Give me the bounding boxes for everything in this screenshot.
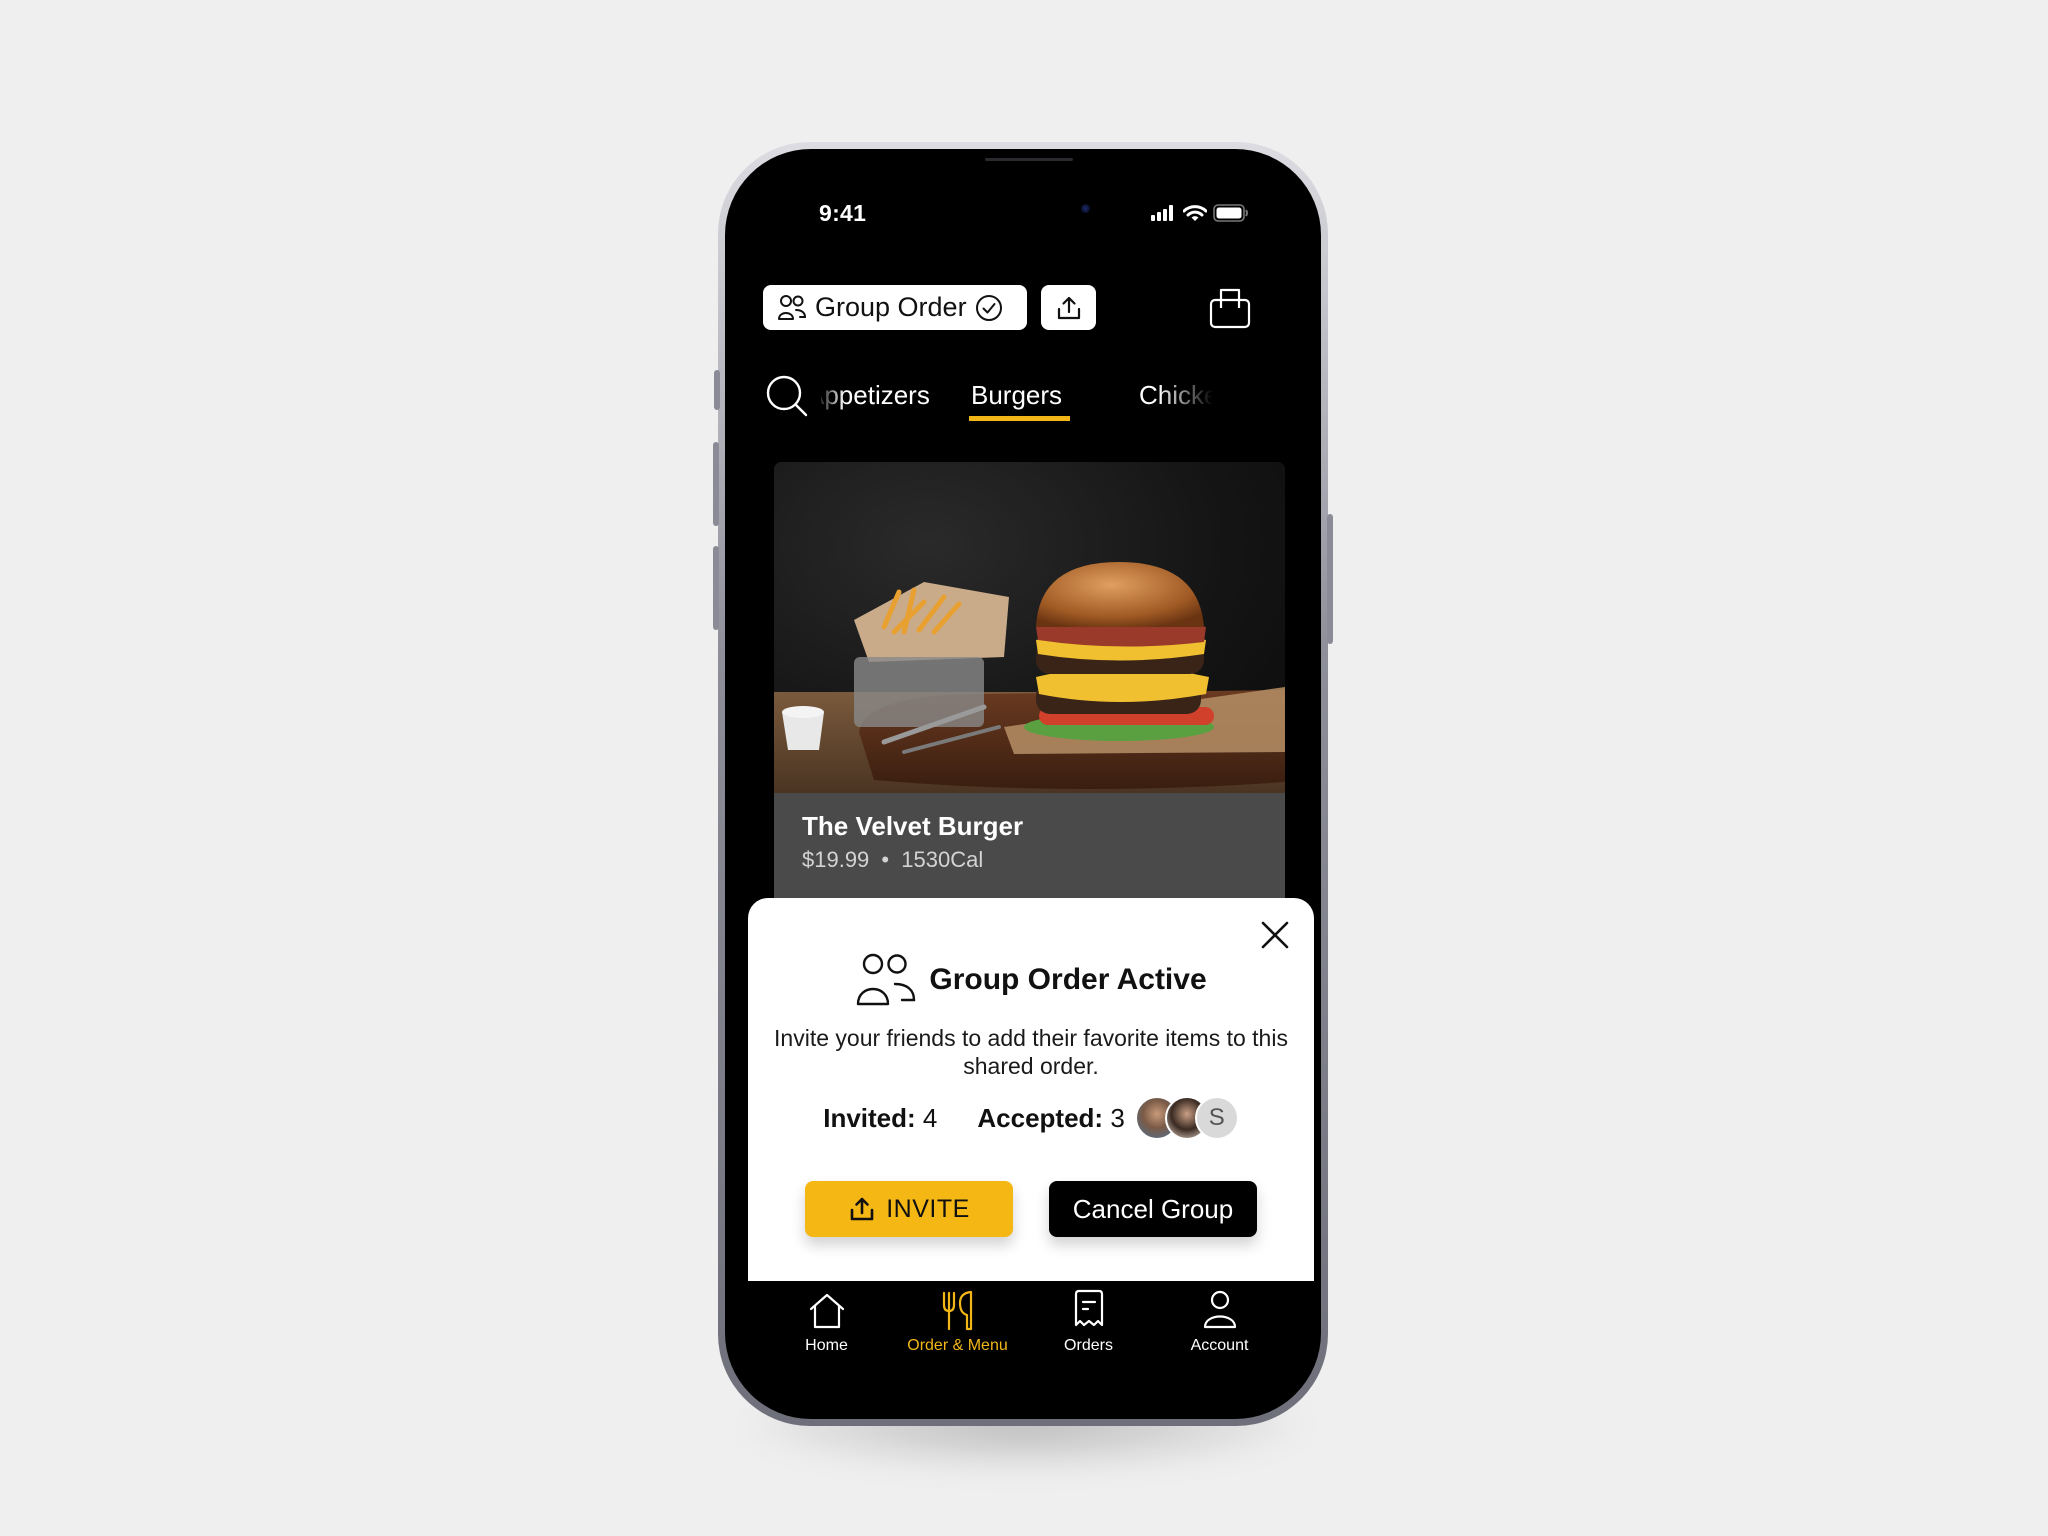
active-tab-indicator	[969, 416, 1070, 421]
status-time: 9:41	[819, 200, 867, 226]
invite-label: INVITE	[886, 1194, 970, 1223]
people-icon	[778, 294, 807, 320]
group-order-sheet: Group Order Active Invite your friends t…	[748, 898, 1314, 1281]
group-stats: Invited: 4 Accepted: 3 S	[748, 1096, 1314, 1140]
cellular-signal-icon	[1151, 205, 1173, 221]
person-icon	[1203, 1290, 1236, 1329]
power-button	[1327, 514, 1333, 644]
accepted-stat: Accepted: 3	[977, 1103, 1124, 1134]
fork-knife-icon	[942, 1290, 972, 1331]
burger-and-fries-photo	[774, 462, 1285, 793]
nav-label: Account	[1190, 1337, 1249, 1354]
receipt-icon	[1074, 1289, 1103, 1327]
nav-label: Order & Menu	[907, 1337, 1008, 1354]
volume-down-button	[713, 546, 719, 630]
nav-label: Orders	[1064, 1337, 1113, 1354]
cancel-group-label: Cancel Group	[1072, 1193, 1234, 1224]
avatar: S	[1194, 1096, 1239, 1140]
wifi-icon	[1183, 204, 1207, 221]
tab-burgers[interactable]: Burgers	[971, 380, 1062, 411]
cancel-group-button[interactable]: Cancel Group	[1049, 1181, 1257, 1237]
invited-label: Invited:	[823, 1102, 916, 1133]
sheet-description: Invite your friends to add their favorit…	[774, 1025, 1288, 1079]
invited-count: 4	[922, 1102, 938, 1133]
bottom-nav: Home Order & Menu Orders Account	[725, 1283, 1321, 1373]
category-tabs: Appetizers Burgers Chicken	[821, 374, 1213, 434]
speaker	[985, 158, 1073, 161]
action-button	[714, 370, 720, 410]
accepted-label: Accepted:	[977, 1102, 1104, 1133]
search-button[interactable]	[765, 374, 811, 420]
member-avatars[interactable]: S	[1134, 1096, 1239, 1140]
accepted-count: 3	[1110, 1102, 1125, 1133]
battery-icon	[1213, 204, 1248, 222]
home-icon	[809, 1293, 844, 1329]
product-price: $19.99	[802, 847, 870, 872]
invited-stat: Invited: 4	[823, 1103, 937, 1134]
sheet-header: Group Order Active	[748, 952, 1314, 1008]
check-circle-icon	[975, 294, 1002, 321]
product-name: The Velvet Burger	[802, 811, 1024, 841]
share-group-order-button[interactable]	[1041, 285, 1096, 330]
nav-home[interactable]: Home	[761, 1283, 892, 1373]
phone-frame: 9:41 Group Order ppetizers Burgers Chick…	[713, 142, 1333, 1426]
search-icon	[766, 375, 808, 417]
shopping-bag-icon	[1209, 288, 1251, 329]
status-icons	[1151, 204, 1249, 222]
nav-orders[interactable]: Orders	[1023, 1283, 1154, 1373]
people-icon	[857, 953, 916, 1006]
cart-button[interactable]	[1205, 283, 1255, 333]
group-order-label: Group Order	[815, 292, 967, 322]
product-card[interactable]: The Velvet Burger $19.99 • 1530Cal	[774, 462, 1285, 912]
share-icon	[850, 1197, 874, 1221]
tab-chicken[interactable]: Chicken	[1139, 380, 1213, 411]
sheet-title: Group Order Active	[929, 963, 1207, 996]
front-camera	[1081, 204, 1090, 213]
product-info: The Velvet Burger $19.99 • 1530Cal	[774, 793, 1285, 912]
close-sheet-button[interactable]	[1256, 916, 1294, 954]
group-order-button[interactable]: Group Order	[763, 285, 1027, 330]
volume-up-button	[713, 442, 719, 526]
nav-label: Home	[805, 1337, 848, 1354]
product-calories: 1530Cal	[901, 847, 984, 872]
invite-button[interactable]: INVITE	[805, 1181, 1013, 1237]
food-illustration	[774, 562, 1285, 793]
nav-account[interactable]: Account	[1154, 1283, 1285, 1373]
close-icon	[1261, 921, 1289, 949]
meta-separator: •	[881, 847, 890, 872]
nav-order-menu[interactable]: Order & Menu	[892, 1283, 1023, 1373]
product-meta: $19.99 • 1530Cal	[802, 847, 983, 873]
tab-appetizers[interactable]: Appetizers	[821, 380, 930, 411]
phone-screen: 9:41 Group Order ppetizers Burgers Chick…	[725, 149, 1321, 1419]
share-icon	[1057, 296, 1080, 319]
